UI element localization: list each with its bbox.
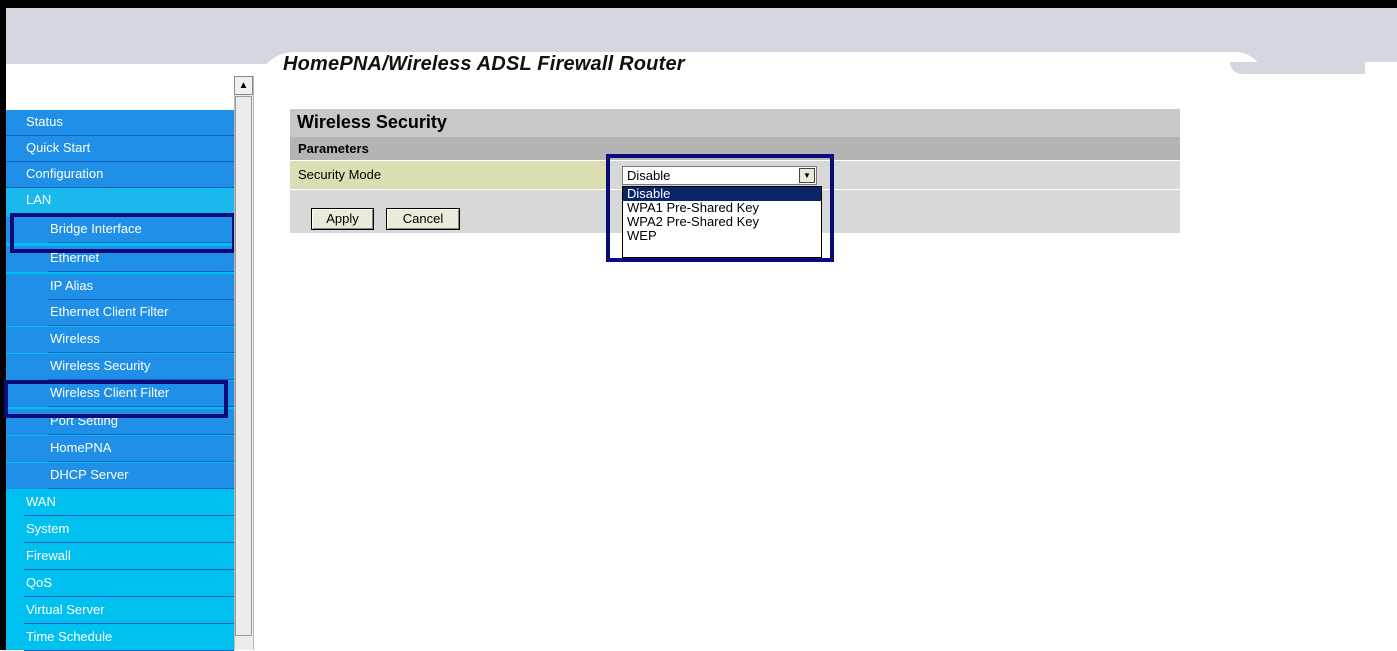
- top-border: [0, 0, 1397, 8]
- nav-item-wireless-security[interactable]: Wireless Security: [6, 354, 234, 380]
- nav-label: Wireless: [50, 331, 100, 346]
- nav-item-firewall[interactable]: Firewall: [6, 544, 234, 570]
- security-mode-label: Security Mode: [290, 161, 608, 189]
- nav-spacer: [6, 64, 234, 110]
- nav-label: QoS: [26, 575, 53, 590]
- nav-label: LAN: [26, 192, 52, 207]
- nav-item-virtual-server[interactable]: Virtual Server: [6, 598, 234, 624]
- nav-item-status[interactable]: Status: [6, 110, 234, 136]
- nav-label: Wireless Security: [50, 358, 151, 373]
- nav-label: Time Schedule: [26, 629, 113, 644]
- cancel-button[interactable]: Cancel: [386, 208, 460, 230]
- app-title: HomePNA/Wireless ADSL Firewall Router: [283, 53, 685, 75]
- nav-item-lan[interactable]: LAN: [6, 188, 234, 214]
- header-decoration-edge: [1365, 62, 1397, 76]
- nav-label: WAN: [26, 494, 56, 509]
- page-title: Wireless Security: [290, 109, 1180, 137]
- highlight-box-dropdown: [606, 154, 834, 262]
- nav-label: Quick Start: [26, 140, 91, 155]
- scroll-up-arrow-icon[interactable]: ▲: [234, 76, 253, 95]
- nav-label: Status: [26, 114, 63, 129]
- nav-label: IP Alias: [50, 278, 94, 293]
- nav-item-ip-alias[interactable]: IP Alias: [6, 274, 234, 300]
- scrollbar-thumb[interactable]: [235, 96, 252, 636]
- nav-item-system[interactable]: System: [6, 517, 234, 543]
- nav-item-quick-start[interactable]: Quick Start: [6, 136, 234, 162]
- nav-label: Virtual Server: [26, 602, 105, 617]
- nav-item-ethernet-client-filter[interactable]: Ethernet Client Filter: [6, 300, 234, 326]
- highlight-box-wireless-client-filter: [4, 380, 228, 418]
- nav-label: Firewall: [26, 548, 71, 563]
- nav-label: Configuration: [26, 166, 104, 181]
- nav-item-homepna[interactable]: HomePNA: [6, 436, 234, 462]
- nav-item-qos[interactable]: QoS: [6, 571, 234, 597]
- nav-item-wan[interactable]: WAN: [6, 490, 234, 516]
- nav-label: Ethernet Client Filter: [50, 304, 169, 319]
- apply-button[interactable]: Apply: [311, 208, 374, 230]
- highlight-box-bridge-interface: [10, 213, 236, 253]
- nav-item-configuration[interactable]: Configuration: [6, 162, 234, 188]
- nav-label: System: [26, 521, 70, 536]
- nav-item-time-schedule[interactable]: Time Schedule: [6, 625, 234, 651]
- nav-item-wireless[interactable]: Wireless: [6, 327, 234, 353]
- nav-label: HomePNA: [50, 440, 112, 455]
- nav-item-dhcp-server[interactable]: DHCP Server: [6, 463, 234, 489]
- nav-label: DHCP Server: [50, 467, 129, 482]
